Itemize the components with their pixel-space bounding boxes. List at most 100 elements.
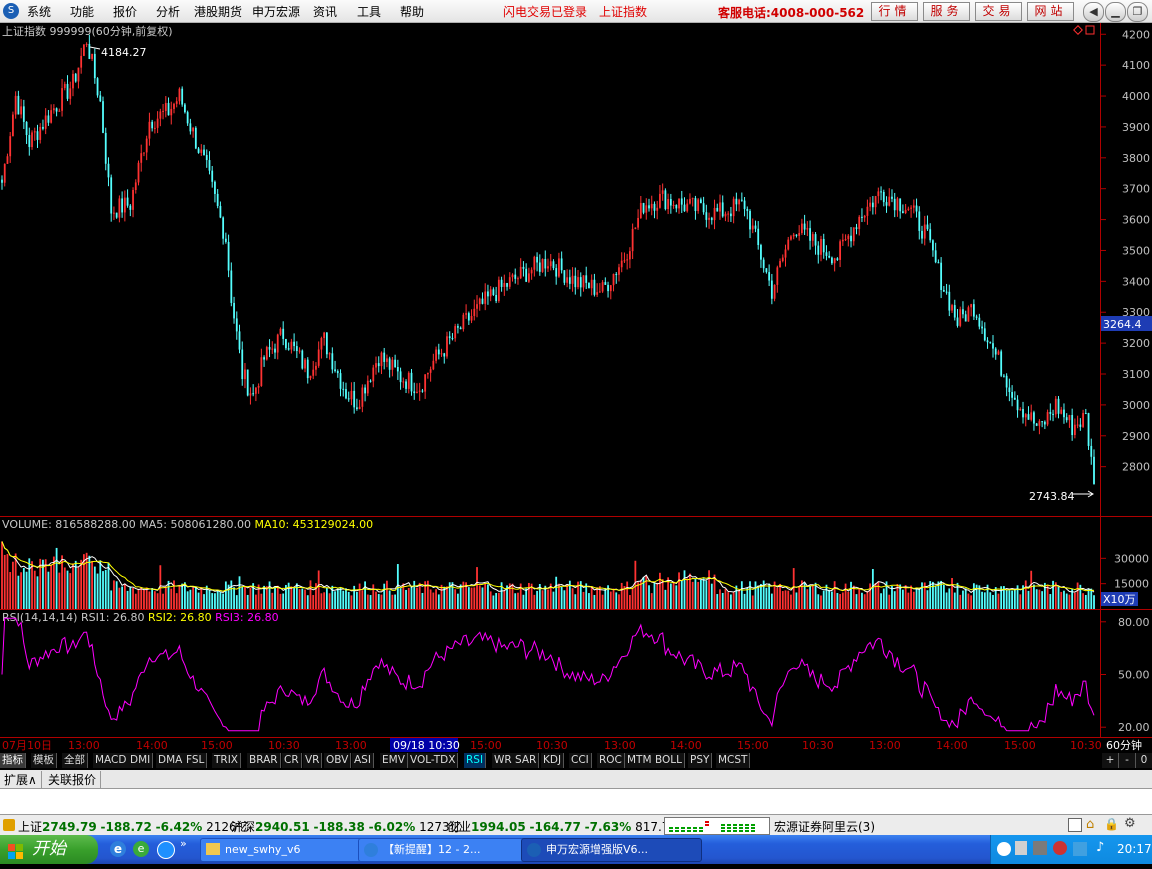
indicator-tab-brar[interactable]: BRAR — [247, 753, 281, 768]
volume-bar — [345, 588, 347, 609]
taskbar-item-swhy[interactable]: 申万宏源增强版V6... — [521, 838, 702, 862]
menu-hk-futures[interactable]: 港股期货 — [194, 3, 242, 20]
sh-index-quote[interactable]: 上证2749.79 -188.72 -6.42% 2126亿 — [18, 818, 249, 835]
indicator-tab-mtm[interactable]: MTM — [625, 753, 655, 768]
candle-body — [921, 230, 923, 239]
zoom-in-button[interactable]: + — [1102, 753, 1119, 768]
volume-bar — [309, 580, 312, 609]
website-button[interactable]: 网站 — [1027, 2, 1074, 21]
indicator-tab-roc[interactable]: ROC — [597, 753, 625, 768]
menu-tools[interactable]: 工具 — [357, 3, 381, 20]
ie-icon[interactable]: e — [110, 841, 126, 857]
indicator-tab-psy[interactable]: PSY — [688, 753, 713, 768]
volume-bar — [495, 593, 498, 609]
indicator-tab-vol-tdx[interactable]: VOL-TDX — [408, 753, 459, 768]
menu-function[interactable]: 功能 — [70, 3, 94, 20]
menu-quote[interactable]: 报价 — [113, 3, 137, 20]
expand-tab[interactable]: 扩展∧ — [0, 771, 42, 788]
taskbar-item-folder[interactable]: new_swhy_v6 — [200, 838, 376, 862]
indicator-tab-cci[interactable]: CCI — [569, 753, 592, 768]
volume-bar — [770, 593, 773, 609]
indicator-tab-dmi[interactable]: DMI — [128, 753, 154, 768]
candle-body — [743, 200, 746, 209]
back-icon[interactable]: ◀ — [1083, 2, 1104, 22]
zoom-reset-button[interactable]: 0 — [1136, 753, 1152, 768]
trade-button[interactable]: 交易 — [975, 2, 1022, 21]
candle-body — [219, 205, 222, 218]
period-label[interactable]: 60分钟 — [1106, 738, 1142, 752]
antenna-icon[interactable]: ⌂ — [1086, 817, 1094, 832]
volume-bar — [181, 583, 184, 609]
clock[interactable]: 20:17 — [1117, 842, 1152, 856]
indicator-tab-emv[interactable]: EMV — [380, 753, 408, 768]
candle-body — [713, 207, 716, 221]
hs-index-quote[interactable]: 沪深2940.51 -188.38 -6.02% 1273亿 — [231, 818, 462, 835]
candle-body — [36, 131, 39, 140]
indicator-tab-macd[interactable]: MACD — [93, 753, 130, 768]
lock-icon[interactable] — [3, 819, 15, 831]
menu-info[interactable]: 资讯 — [313, 3, 337, 20]
candle-body — [656, 207, 659, 211]
broker-name[interactable]: 宏源证券阿里云(3) — [774, 818, 875, 835]
volume-bar — [487, 584, 489, 609]
tray-network-icon[interactable] — [1033, 841, 1047, 855]
window-icon[interactable] — [1068, 818, 1082, 832]
indicator-tab-fsl[interactable]: FSL — [184, 753, 208, 768]
market-button[interactable]: 行情 — [871, 2, 918, 21]
gear-icon[interactable]: ⚙ — [1124, 816, 1136, 831]
indicator-tab-dma[interactable]: DMA — [156, 753, 186, 768]
tray-app-icon[interactable] — [1073, 842, 1087, 856]
candle-body — [484, 291, 487, 304]
quicklaunch-expand-icon[interactable]: » — [180, 837, 187, 850]
start-button[interactable]: 开始 — [0, 835, 98, 864]
minimize-icon[interactable]: ▁ — [1105, 2, 1126, 22]
menu-system[interactable]: 系统 — [27, 3, 51, 20]
candle-body — [91, 53, 93, 59]
candle-body — [522, 266, 525, 269]
lock-status-icon[interactable]: 🔒 — [1104, 817, 1119, 831]
candle-body — [530, 269, 533, 274]
taskbar-item-browser[interactable]: 【新提醒】12 - 2... — [358, 838, 539, 862]
candle-body — [1027, 414, 1030, 420]
kline-chart[interactable]: 上证指数 999999(60分钟,前复权) 2800 2900 3000 3100 32… — [0, 23, 1152, 753]
volume-bar — [437, 594, 440, 609]
restore-icon[interactable]: ❐ — [1127, 2, 1148, 22]
indicator-tab-wr[interactable]: WR — [492, 753, 515, 768]
indicator-tab-vr[interactable]: VR — [303, 753, 323, 768]
indicator-tab-sar[interactable]: SAR — [513, 753, 540, 768]
browser-icon[interactable]: e — [133, 841, 149, 857]
indicator-tab-obv[interactable]: OBV — [324, 753, 352, 768]
tray-security-icon[interactable] — [1053, 841, 1067, 855]
login-status[interactable]: 闪电交易已登录 — [503, 3, 587, 20]
indicator-tab-cr[interactable]: CR — [282, 753, 302, 768]
app-logo-icon[interactable]: S — [3, 3, 19, 19]
indicator-tab-trix[interactable]: TRIX — [212, 753, 241, 768]
candle-body — [462, 314, 465, 330]
menu-analysis[interactable]: 分析 — [156, 3, 180, 20]
candle-body — [175, 101, 178, 104]
indicator-tab-rsi[interactable]: RSI — [464, 753, 487, 768]
index-link[interactable]: 上证指数 — [599, 3, 647, 20]
volume-bar — [484, 583, 487, 609]
tray-ime-icon[interactable] — [1015, 841, 1027, 855]
zoom-out-button[interactable]: - — [1119, 753, 1136, 768]
indicator-tab-boll[interactable]: BOLL — [653, 753, 685, 768]
indicator-tab-模板[interactable]: 模板 — [31, 753, 57, 768]
volume-bar — [533, 594, 536, 609]
menu-help[interactable]: 帮助 — [400, 3, 424, 20]
service-button[interactable]: 服务 — [923, 2, 970, 21]
indicator-tab-指标[interactable]: 指标 — [0, 753, 26, 768]
menu-swhy[interactable]: 申万宏源 — [252, 3, 300, 20]
tray-hide-icon[interactable] — [997, 842, 1011, 856]
indicator-tab-全部[interactable]: 全部 — [62, 753, 88, 768]
indicator-tab-asi[interactable]: ASI — [352, 753, 374, 768]
volume-bar — [904, 585, 907, 609]
cy-index-quote[interactable]: 创业1994.05 -164.77 -7.63% 817.7亿 — [447, 818, 681, 835]
speaker-icon[interactable]: ♪ — [1096, 840, 1110, 856]
indicator-tab-mcst[interactable]: MCST — [716, 753, 751, 768]
indicator-tab-kdj[interactable]: KDJ — [541, 753, 565, 768]
globe-icon[interactable] — [157, 841, 175, 859]
related-quote-tab[interactable]: 关联报价 — [44, 771, 102, 788]
volume-bar — [727, 592, 730, 609]
candle-body — [167, 102, 170, 116]
